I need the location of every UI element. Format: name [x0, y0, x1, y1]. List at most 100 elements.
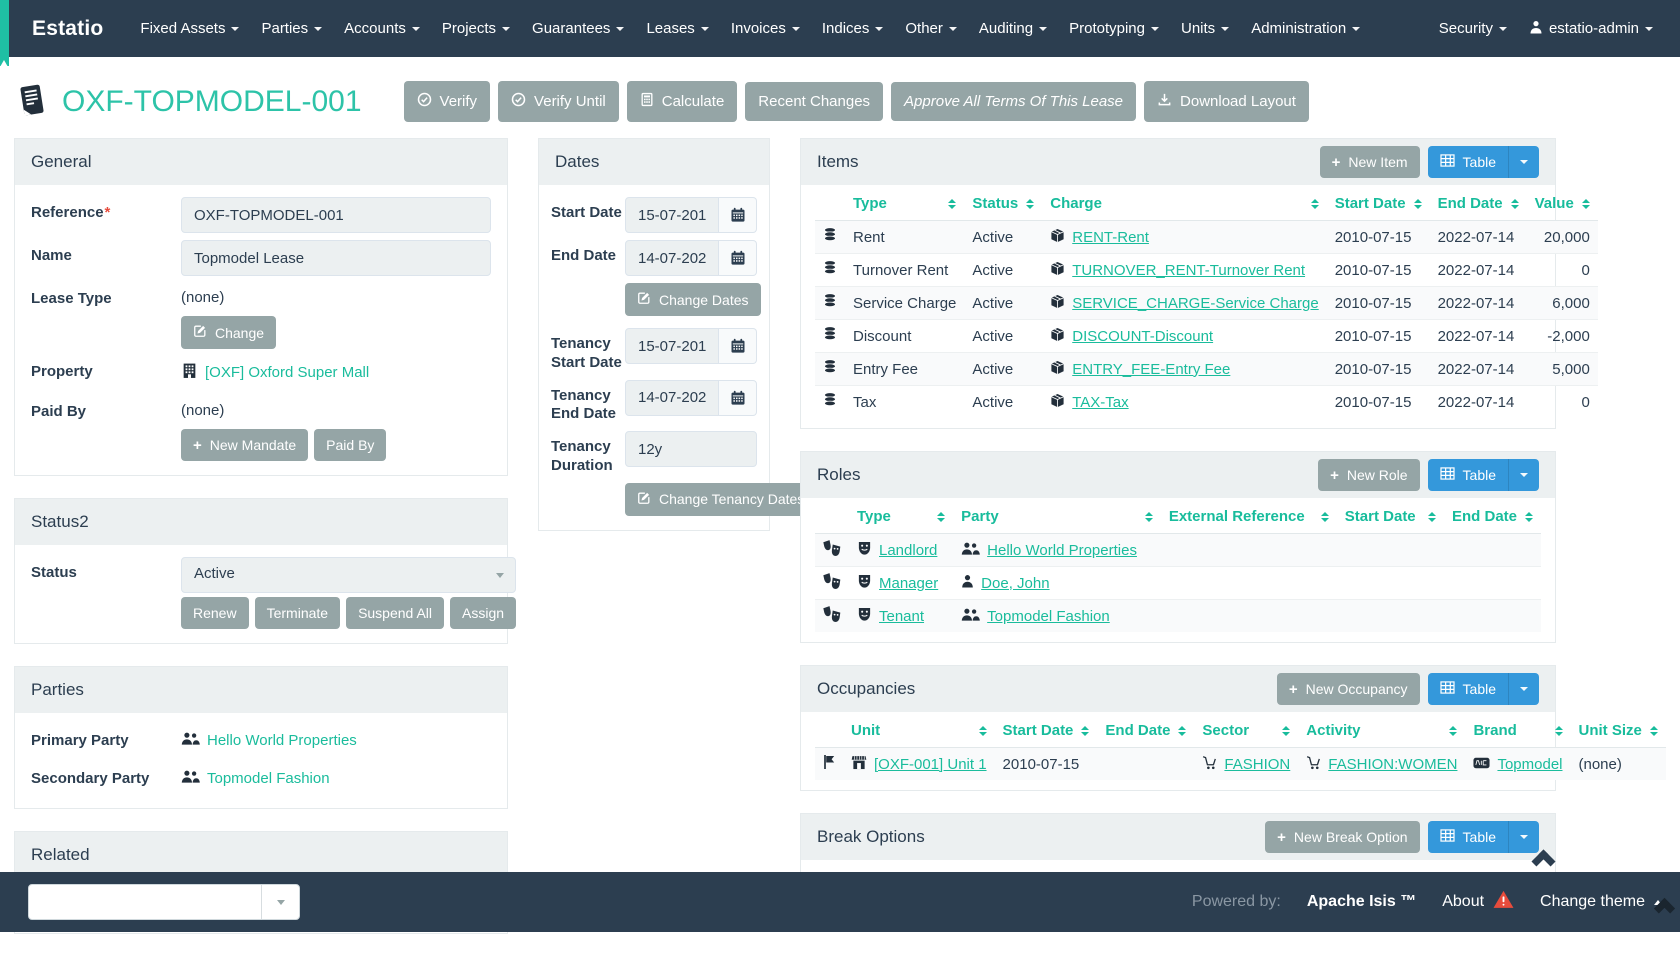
chevron-down-icon[interactable]: [261, 885, 299, 919]
new-role-button[interactable]: +New Role: [1318, 459, 1419, 491]
approve-all-terms-button[interactable]: Approve All Terms Of This Lease: [891, 82, 1136, 121]
role-party-link[interactable]: Topmodel Fashion: [961, 607, 1110, 626]
menu-other[interactable]: Other: [894, 0, 968, 57]
col-unit-size[interactable]: Unit Size: [1571, 714, 1666, 748]
assign-button[interactable]: Assign: [450, 597, 516, 629]
new-occupancy-button[interactable]: +New Occupancy: [1277, 673, 1420, 705]
end-date-input[interactable]: [625, 240, 719, 276]
charge-link[interactable]: TAX-Tax: [1050, 393, 1128, 412]
col-end-date[interactable]: End Date: [1430, 187, 1527, 221]
tenancy-end-date-input[interactable]: [625, 380, 719, 416]
warning-icon[interactable]: [1493, 890, 1514, 914]
footer-prompt-select[interactable]: [28, 884, 300, 920]
new-mandate-button[interactable]: +New Mandate: [181, 429, 308, 461]
sector-link[interactable]: FASHION: [1202, 755, 1290, 774]
table-view-caret[interactable]: [1508, 459, 1539, 491]
download-layout-button[interactable]: Download Layout: [1144, 81, 1309, 122]
col-brand[interactable]: Brand: [1465, 714, 1570, 748]
break-options-table-view-button[interactable]: Table: [1428, 821, 1539, 853]
menu-accounts[interactable]: Accounts: [333, 0, 431, 57]
role-type-link[interactable]: Tenant: [857, 607, 924, 626]
col-start-date[interactable]: Start Date: [1327, 187, 1430, 221]
recent-changes-button[interactable]: Recent Changes: [745, 82, 883, 121]
col-type[interactable]: Type: [845, 187, 964, 221]
charge-link[interactable]: ENTRY_FEE-Entry Fee: [1050, 360, 1230, 379]
apache-isis-link[interactable]: Apache Isis ™: [1307, 893, 1416, 911]
property-link[interactable]: [OXF] Oxford Super Mall: [181, 362, 369, 383]
table-view-caret[interactable]: [1508, 673, 1539, 705]
col-end-date[interactable]: End Date: [1097, 714, 1194, 748]
col-value[interactable]: Value: [1527, 187, 1598, 221]
menu-invoices[interactable]: Invoices: [720, 0, 811, 57]
occupancies-table-view-button[interactable]: Table: [1428, 673, 1539, 705]
col-start-date[interactable]: Start Date: [1337, 500, 1444, 534]
suspend-all-button[interactable]: Suspend All: [346, 597, 444, 629]
table-view-caret[interactable]: [1508, 146, 1539, 178]
reference-input[interactable]: [181, 197, 491, 233]
about-link[interactable]: About: [1442, 890, 1514, 914]
calendar-icon[interactable]: [719, 380, 757, 416]
menu-units[interactable]: Units: [1170, 0, 1240, 57]
charge-link[interactable]: SERVICE_CHARGE-Service Charge: [1050, 294, 1318, 313]
new-item-button[interactable]: +New Item: [1320, 146, 1420, 178]
charge-box-icon: [1050, 228, 1065, 247]
menu-fixed-assets[interactable]: Fixed Assets: [129, 0, 250, 57]
col-charge[interactable]: Charge: [1042, 187, 1326, 221]
start-date-input[interactable]: [625, 197, 719, 233]
change-tenancy-dates-button[interactable]: Change Tenancy Dates: [625, 483, 816, 516]
verify-button[interactable]: Verify: [404, 81, 491, 122]
charge-link[interactable]: RENT-Rent: [1050, 228, 1149, 247]
unit-link[interactable]: [OXF-001] Unit 1: [851, 755, 987, 774]
tenancy-start-date-input[interactable]: [625, 328, 719, 364]
col-activity[interactable]: Activity: [1298, 714, 1465, 748]
calendar-icon[interactable]: [719, 328, 757, 364]
change-dates-button[interactable]: Change Dates: [625, 283, 761, 316]
menu-parties[interactable]: Parties: [250, 0, 333, 57]
col-type[interactable]: Type: [849, 500, 953, 534]
col-start-date[interactable]: Start Date: [995, 714, 1098, 748]
charge-link[interactable]: DISCOUNT-Discount: [1050, 327, 1213, 346]
calendar-icon[interactable]: [719, 240, 757, 276]
col-external-reference[interactable]: External Reference: [1161, 500, 1337, 534]
menu-leases[interactable]: Leases: [635, 0, 719, 57]
role-type-link[interactable]: Manager: [857, 574, 938, 593]
brand-link[interactable]: Topmodel: [1473, 756, 1562, 773]
menu-guarantees[interactable]: Guarantees: [521, 0, 635, 57]
menu-administration[interactable]: Administration: [1240, 0, 1371, 57]
col-unit[interactable]: Unit: [843, 714, 995, 748]
menu-security[interactable]: Security: [1428, 0, 1518, 57]
menu-user[interactable]: estatio-admin: [1518, 0, 1664, 57]
menu-projects[interactable]: Projects: [431, 0, 521, 57]
roles-table-view-button[interactable]: Table: [1428, 459, 1539, 491]
role-type-link[interactable]: Landlord: [857, 541, 937, 560]
tenancy-duration-input[interactable]: [625, 431, 757, 467]
primary-party-link[interactable]: Hello World Properties: [181, 731, 357, 750]
charge-link[interactable]: TURNOVER_RENT-Turnover Rent: [1050, 261, 1305, 280]
app-brand[interactable]: Estatio: [32, 17, 103, 41]
new-break-option-button[interactable]: +New Break Option: [1265, 821, 1419, 853]
change-lease-type-button[interactable]: Change: [181, 316, 276, 349]
role-party-link[interactable]: Hello World Properties: [961, 541, 1137, 560]
calculate-button[interactable]: Calculate: [627, 81, 738, 122]
activity-link[interactable]: FASHION:WOMEN: [1306, 755, 1457, 774]
renew-button[interactable]: Renew: [181, 597, 249, 629]
change-theme-link[interactable]: Change theme: [1540, 893, 1662, 911]
col-sector[interactable]: Sector: [1194, 714, 1298, 748]
menu-indices[interactable]: Indices: [811, 0, 895, 57]
paid-by-button[interactable]: Paid By: [314, 429, 386, 461]
role-party-link[interactable]: Doe, John: [961, 574, 1049, 592]
name-input[interactable]: [181, 240, 491, 276]
secondary-party-link[interactable]: Topmodel Fashion: [181, 769, 330, 788]
calendar-icon[interactable]: [719, 197, 757, 233]
col-party[interactable]: Party: [953, 500, 1161, 534]
terminate-button[interactable]: Terminate: [255, 597, 340, 629]
menu-auditing[interactable]: Auditing: [968, 0, 1058, 57]
status-select[interactable]: Active: [181, 557, 516, 593]
col-end-date[interactable]: End Date: [1444, 500, 1541, 534]
items-table-view-button[interactable]: Table: [1428, 146, 1539, 178]
verify-until-button[interactable]: Verify Until: [498, 81, 619, 122]
menu-prototyping[interactable]: Prototyping: [1058, 0, 1170, 57]
flag-icon[interactable]: [815, 748, 843, 781]
table-view-caret[interactable]: [1508, 821, 1539, 853]
col-status[interactable]: Status: [964, 187, 1042, 221]
